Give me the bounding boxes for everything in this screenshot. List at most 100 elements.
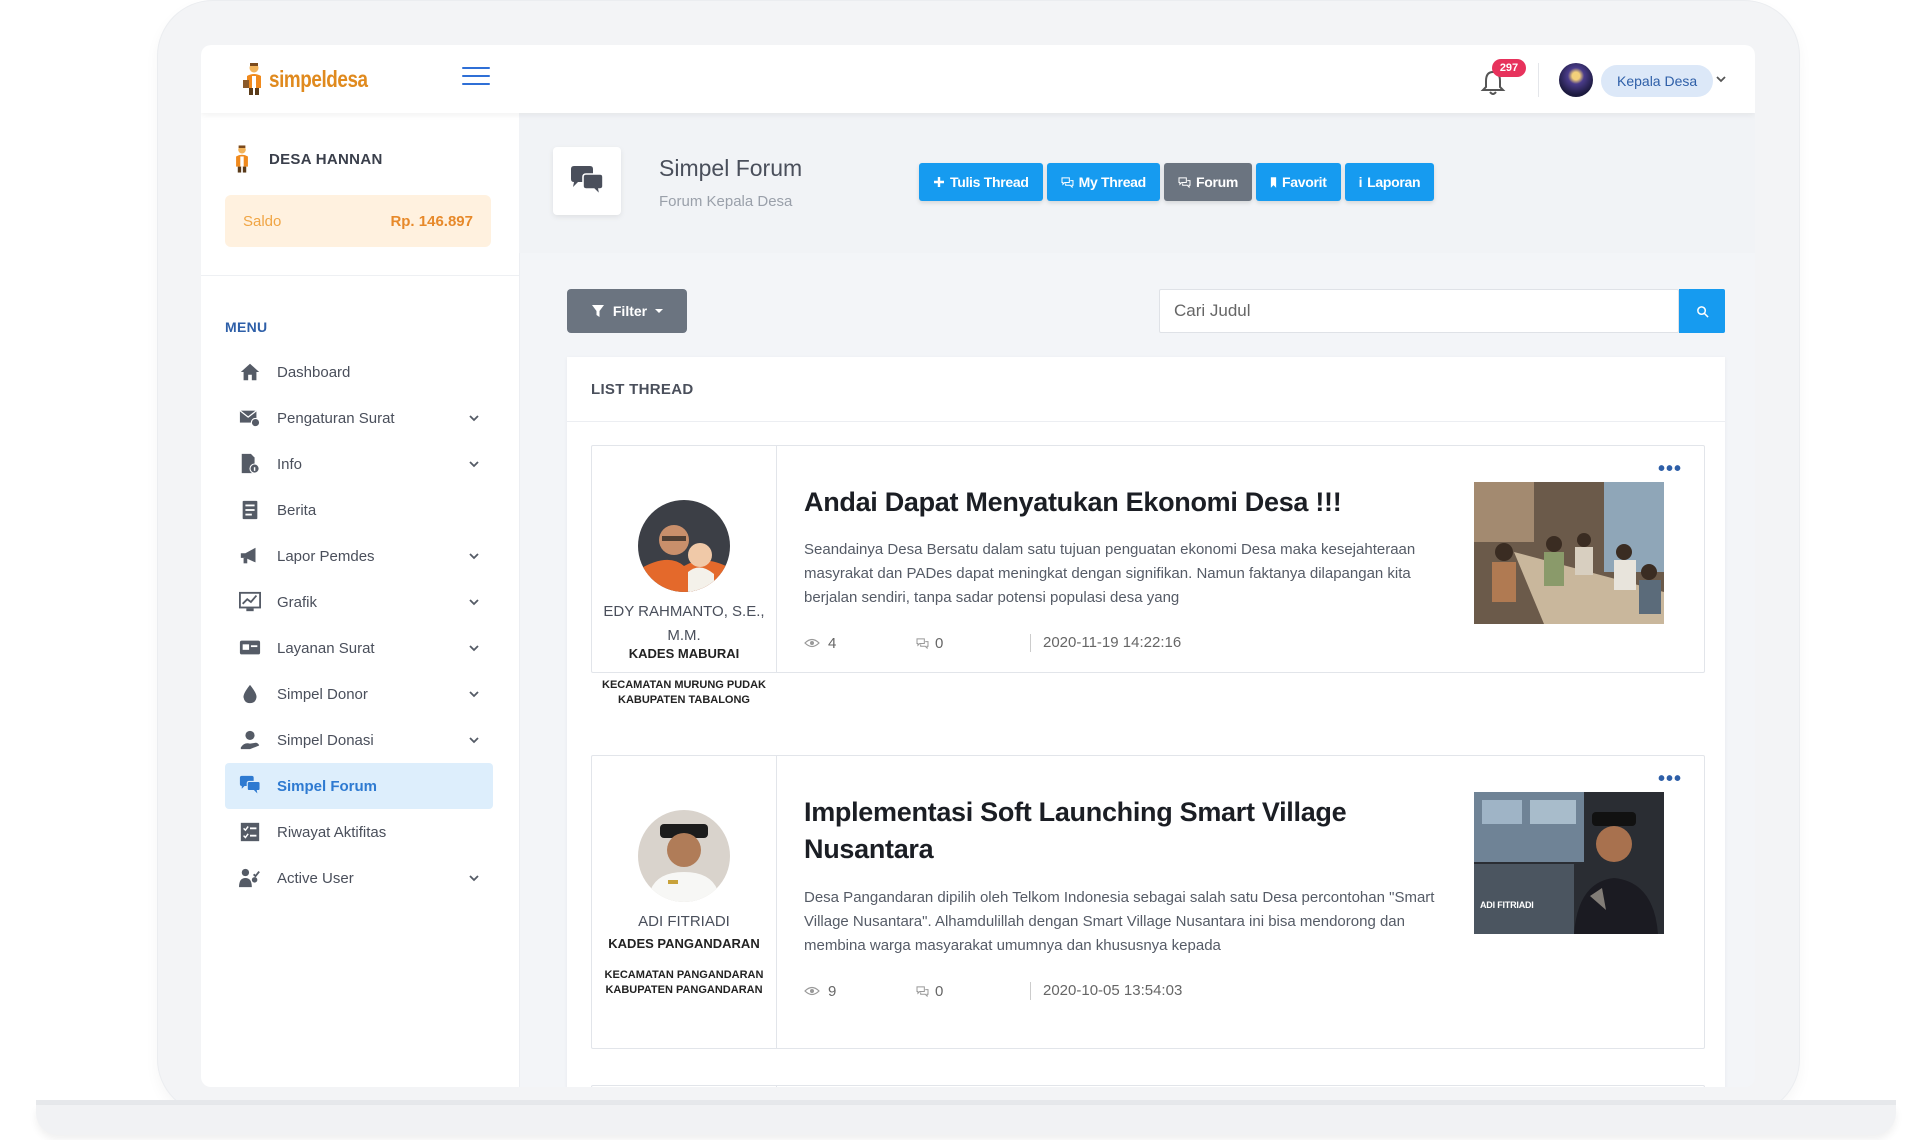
thread-author: ADI FITRIADI KADES PANGANDARAN KECAMATAN… <box>592 756 777 1048</box>
thread-title[interactable]: Implementasi Soft Launching Smart Villag… <box>804 794 1444 868</box>
comments-icon <box>916 637 929 649</box>
sidebar-item-simpel-donasi[interactable]: Simpel Donasi <box>225 717 493 763</box>
blood-drop-icon <box>237 681 263 707</box>
sidebar-item-label: Grafik <box>277 593 318 611</box>
thread-thumbnail[interactable] <box>1474 482 1664 624</box>
more-options-icon[interactable]: ••• <box>1658 769 1682 789</box>
sidebar-item-simpel-donor[interactable]: Simpel Donor <box>225 671 493 717</box>
eye-icon <box>804 638 820 648</box>
app-screen: simpeldesa 297 Kepala Desa DESA HANNAN S… <box>201 45 1755 1087</box>
search-button[interactable] <box>1679 289 1725 333</box>
sidebar: DESA HANNAN Saldo Rp. 146.897 MENU Dashb… <box>201 113 520 1087</box>
letter-service-icon <box>237 635 263 661</box>
author-avatar[interactable] <box>638 500 730 592</box>
location-kecamatan: KECAMATAN MURUNG PUDAK <box>602 679 766 691</box>
my-thread-button[interactable]: My Thread <box>1046 163 1160 201</box>
chevron-down-icon[interactable] <box>467 549 481 563</box>
tulis-thread-button[interactable]: Tulis Thread <box>919 163 1043 201</box>
thread-card[interactable] <box>591 1085 1705 1087</box>
forum-label: Forum <box>1195 174 1238 190</box>
saldo-label: Saldo <box>243 212 282 230</box>
sidebar-item-lapor-pemdes[interactable]: Lapor Pemdes <box>225 533 493 579</box>
sidebar-item-label: Lapor Pemdes <box>277 547 375 565</box>
user-avatar[interactable] <box>1559 63 1593 97</box>
sidebar-item-layanan-surat[interactable]: Layanan Surat <box>225 625 493 671</box>
forum-action-buttons: Tulis Thread My Thread Forum Favorit i L… <box>919 163 1435 201</box>
location-kabupaten: KABUPATEN TABALONG <box>618 694 750 706</box>
chevron-down-icon[interactable] <box>467 733 481 747</box>
search-icon <box>1696 305 1709 318</box>
more-options-icon[interactable]: ••• <box>1658 459 1682 479</box>
forum-header: Simpel Forum Forum Kepala Desa Tulis Thr… <box>519 113 1755 253</box>
chevron-down-icon[interactable] <box>467 641 481 655</box>
forum-button[interactable]: Forum <box>1163 163 1252 201</box>
info-document-icon <box>237 451 263 477</box>
sidebar-item-simpel-forum[interactable]: Simpel Forum <box>225 763 493 809</box>
sidebar-item-riwayat-aktifitas[interactable]: Riwayat Aktifitas <box>225 809 493 855</box>
author-location: KECAMATAN PANGANDARAN KABUPATEN PANGANDA… <box>600 968 768 998</box>
forum-icon-box <box>553 147 621 215</box>
notification-count-badge: 297 <box>1492 59 1526 77</box>
thread-card[interactable]: EDY RAHMANTO, S.E., M.M. KADES MABURAI K… <box>591 445 1705 706</box>
laporan-label: Laporan <box>1367 174 1421 190</box>
author-photo <box>638 500 730 592</box>
info-icon: i <box>1358 174 1363 190</box>
sidebar-item-label: Simpel Donasi <box>277 731 374 749</box>
chevron-down-icon[interactable] <box>467 687 481 701</box>
megaphone-icon <box>237 543 263 569</box>
chart-icon <box>237 589 263 615</box>
thread-meta: 4 0 2020-11-19 14:22:16 <box>804 633 1181 653</box>
thread-date: 2020-10-05 13:54:03 <box>1030 982 1182 1000</box>
author-name[interactable]: ADI FITRIADI <box>600 910 768 934</box>
comments-count: 0 <box>916 635 1030 652</box>
sidebar-item-dashboard[interactable]: Dashboard <box>225 349 493 395</box>
laporan-button[interactable]: i Laporan <box>1344 163 1435 201</box>
chevron-down-icon[interactable] <box>467 411 481 425</box>
top-navbar: simpeldesa 297 Kepala Desa <box>201 45 1755 113</box>
author-avatar[interactable] <box>638 810 730 902</box>
filter-button[interactable]: Filter <box>567 289 687 333</box>
favorit-button[interactable]: Favorit <box>1256 163 1341 201</box>
list-title: LIST THREAD <box>591 381 694 398</box>
my-thread-label: My Thread <box>1078 174 1147 190</box>
home-icon <box>237 359 263 385</box>
thread-card[interactable]: ADI FITRIADI KADES PANGANDARAN KECAMATAN… <box>591 755 1705 1049</box>
author-role: KADES PANGANDARAN <box>608 936 760 951</box>
page-subtitle: Forum Kepala Desa <box>659 193 793 210</box>
views-value: 4 <box>828 634 837 652</box>
thread-thumbnail[interactable]: ADI FITRIADI <box>1474 792 1664 934</box>
sidebar-item-info[interactable]: Info <box>225 441 493 487</box>
eye-icon <box>804 986 820 996</box>
sidebar-item-label: Pengaturan Surat <box>277 409 395 427</box>
thread-title[interactable]: Andai Dapat Menyatukan Ekonomi Desa !!! <box>804 484 1444 521</box>
user-role-pill[interactable]: Kepala Desa <box>1601 65 1714 97</box>
main-content: Simpel Forum Forum Kepala Desa Tulis Thr… <box>519 113 1755 1087</box>
page-title: Simpel Forum <box>659 155 803 181</box>
comments-icon <box>1178 176 1191 188</box>
sidebar-item-pengaturan-surat[interactable]: Pengaturan Surat <box>225 395 493 441</box>
app-logo[interactable]: simpeldesa <box>241 59 389 99</box>
comments-icon <box>1061 176 1074 188</box>
views-count: 4 <box>804 635 916 652</box>
desa-mascot-icon <box>236 145 248 173</box>
thumbnail-meeting-photo <box>1474 482 1664 624</box>
chevron-down-icon[interactable] <box>467 871 481 885</box>
list-divider <box>567 421 1725 422</box>
menu-heading: MENU <box>225 319 268 335</box>
sidebar-item-label: Layanan Surat <box>277 639 375 657</box>
sidebar-item-grafik[interactable]: Grafik <box>225 579 493 625</box>
chevron-down-icon[interactable] <box>467 595 481 609</box>
hamburger-menu-icon[interactable] <box>462 67 490 89</box>
topbar-divider <box>1538 63 1539 97</box>
chevron-down-icon[interactable] <box>467 457 481 471</box>
chevron-down-icon[interactable] <box>1714 72 1728 86</box>
sidebar-item-berita[interactable]: Berita <box>225 487 493 533</box>
sidebar-item-label: Info <box>277 455 303 473</box>
location-kabupaten: KABUPATEN PANGANDARAN <box>605 984 763 996</box>
thumbnail-video-photo <box>1474 792 1664 934</box>
sidebar-item-active-user[interactable]: Active User <box>225 855 493 901</box>
thread-list-card: LIST THREAD EDY RAHMANTO, S.E., M.M. KAD… <box>567 357 1725 1087</box>
author-name[interactable]: EDY RAHMANTO, S.E., M.M. <box>600 600 768 648</box>
search-input[interactable]: Cari Judul <box>1159 289 1679 333</box>
news-icon <box>237 497 263 523</box>
